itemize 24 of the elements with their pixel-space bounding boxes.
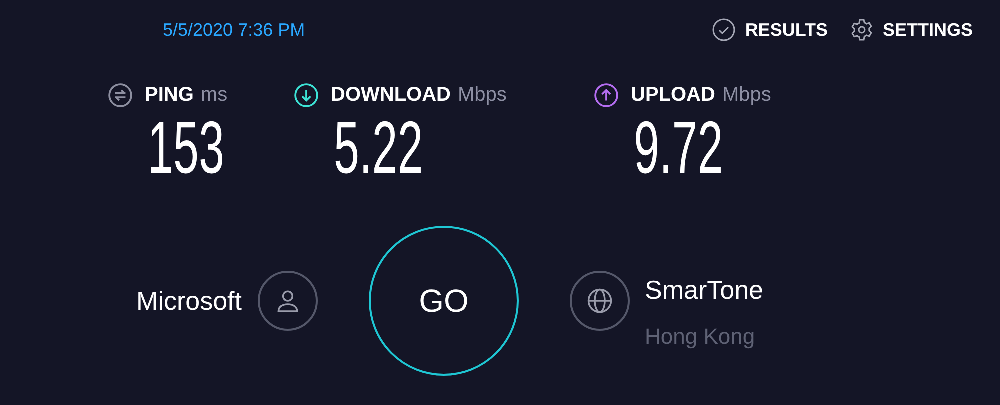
- metric-value: 5.22: [334, 112, 424, 184]
- metric-unit: Mbps: [458, 83, 507, 108]
- go-button[interactable]: GO: [369, 226, 519, 376]
- test-date: 5/5/2020 7:36 PM: [163, 18, 306, 42]
- globe-icon: [585, 286, 615, 316]
- metric-value: 153: [148, 112, 225, 184]
- server-button[interactable]: [258, 271, 318, 331]
- isp-button[interactable]: [570, 271, 630, 331]
- upload-icon: [594, 82, 619, 108]
- metric-unit: Mbps: [722, 83, 772, 108]
- check-circle-icon: [712, 18, 736, 42]
- download-icon: [294, 82, 319, 108]
- results-button[interactable]: RESULTS: [712, 16, 828, 44]
- isp-name: SmarTone: [645, 274, 764, 307]
- settings-button[interactable]: SETTINGS: [850, 16, 973, 44]
- metric-label: DOWNLOAD: [331, 83, 451, 108]
- isp-location: Hong Kong: [645, 323, 756, 351]
- metric-value: 9.72: [634, 112, 724, 184]
- ping-icon: [108, 82, 133, 108]
- server-name: Microsoft: [136, 284, 242, 318]
- settings-icon: [850, 18, 874, 42]
- metric-unit: ms: [200, 83, 228, 108]
- metric-label: PING: [145, 83, 194, 108]
- metric-label: UPLOAD: [631, 83, 716, 108]
